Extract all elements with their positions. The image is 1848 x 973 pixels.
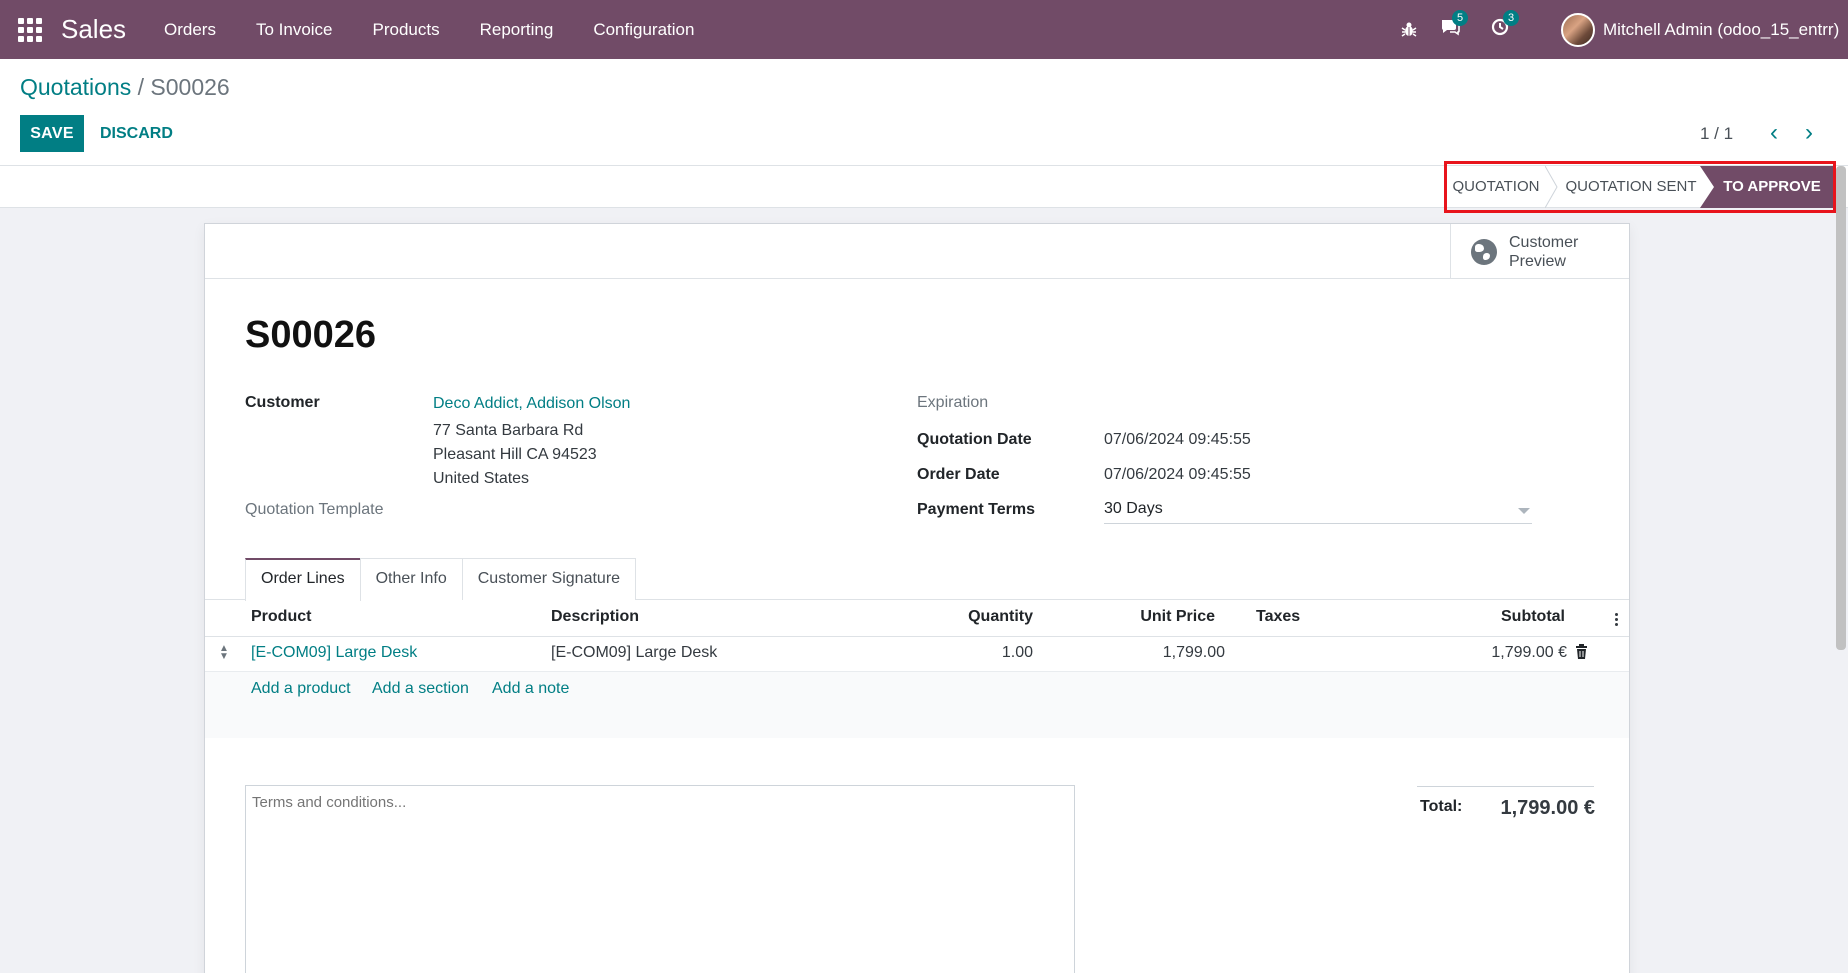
- pager-value: 1 / 1: [1700, 124, 1734, 143]
- user-menu[interactable]: Mitchell Admin (odoo_15_entrr): [1561, 13, 1839, 47]
- row-subtotal: 1,799.00 €: [1491, 644, 1567, 661]
- payment-terms-label: Payment Terms: [917, 501, 1035, 518]
- expiration-label: Expiration: [917, 394, 989, 411]
- column-description[interactable]: Description: [551, 608, 639, 626]
- expiration-field[interactable]: [1104, 390, 1532, 418]
- pager-previous-icon[interactable]: ‹: [1762, 121, 1786, 146]
- chat-icon[interactable]: 5: [1440, 10, 1468, 41]
- customer-field[interactable]: Deco Addict, Addison Olson: [433, 395, 630, 413]
- tab-customer-signature[interactable]: Customer Signature: [461, 558, 637, 600]
- discard-button[interactable]: DISCARD: [92, 115, 181, 152]
- breadcrumb-quotations[interactable]: Quotations: [20, 74, 131, 100]
- address-line-1: 77 Santa Barbara Rd: [433, 422, 584, 439]
- app-name[interactable]: Sales: [61, 14, 126, 45]
- add-note-link[interactable]: Add a note: [492, 680, 569, 698]
- form-sheet: Customer Preview S00026 Customer Deco Ad…: [204, 223, 1630, 973]
- row-unit-price[interactable]: 1,799.00: [1085, 644, 1225, 662]
- user-name: Mitchell Admin (odoo_15_entrr): [1603, 20, 1840, 39]
- terms-and-conditions-input[interactable]: [245, 785, 1075, 973]
- column-taxes[interactable]: Taxes: [1256, 608, 1300, 626]
- customer-preview-button[interactable]: Customer Preview: [1450, 224, 1629, 279]
- menu-item-reporting[interactable]: Reporting: [460, 0, 574, 59]
- save-button[interactable]: SAVE: [20, 115, 84, 152]
- chevron-down-icon: [1518, 508, 1530, 514]
- total-value: 1,799.00 €: [1500, 797, 1595, 819]
- pager-next-icon[interactable]: ›: [1797, 121, 1821, 146]
- row-product[interactable]: [E-COM09] Large Desk: [251, 644, 417, 662]
- add-product-link[interactable]: Add a product: [251, 680, 351, 698]
- avatar: [1561, 13, 1595, 47]
- breadcrumb-separator: /: [137, 74, 145, 100]
- order-date-field[interactable]: 07/06/2024 09:45:55: [1104, 466, 1251, 484]
- notebook-tabs: Order Lines Other Info Customer Signatur…: [245, 558, 637, 601]
- payment-terms-select[interactable]: 30 Days: [1104, 500, 1532, 524]
- row-description[interactable]: [E-COM09] Large Desk: [551, 644, 717, 662]
- quotation-template-label: Quotation Template: [245, 501, 384, 518]
- column-unit-price[interactable]: Unit Price: [1085, 608, 1215, 626]
- quotation-date-label: Quotation Date: [917, 431, 1032, 448]
- address-line-2: Pleasant Hill CA 94523: [433, 446, 597, 463]
- optional-columns-icon[interactable]: [1615, 613, 1619, 629]
- activities-menu[interactable]: 3: [1491, 0, 1519, 59]
- activities-badge: 3: [1503, 10, 1519, 26]
- globe-icon: [1471, 238, 1497, 265]
- address-line-3: United States: [433, 470, 530, 487]
- messages-menu[interactable]: 5: [1440, 0, 1468, 59]
- customer-preview-label: Customer Preview: [1509, 233, 1579, 270]
- breadcrumb: Quotations / S00026: [20, 74, 230, 101]
- quotation-template-field[interactable]: [433, 496, 833, 524]
- total-divider: [1417, 786, 1594, 787]
- apps-menu-icon[interactable]: [18, 18, 42, 42]
- clock-icon[interactable]: 3: [1491, 10, 1519, 41]
- payment-terms-value: 30 Days: [1104, 500, 1163, 517]
- debug-icon[interactable]: [1400, 0, 1418, 59]
- order-date-label: Order Date: [917, 466, 1000, 483]
- total-label: Total:: [1420, 798, 1463, 815]
- main-menu: Orders To Invoice Products Reporting Con…: [144, 0, 714, 59]
- drag-handle-icon[interactable]: ▲ ▼: [219, 644, 229, 662]
- menu-item-configuration[interactable]: Configuration: [573, 0, 714, 59]
- breadcrumb-current: S00026: [150, 74, 230, 100]
- top-navbar: Sales Orders To Invoice Products Reporti…: [0, 0, 1848, 59]
- column-quantity[interactable]: Quantity: [905, 608, 1033, 626]
- button-box: Customer Preview: [205, 224, 1629, 279]
- control-panel: Quotations / S00026 SAVE DISCARD 1 / 1 ‹…: [0, 59, 1848, 166]
- column-subtotal[interactable]: Subtotal: [1405, 608, 1565, 626]
- messages-badge: 5: [1452, 10, 1468, 26]
- add-section-link[interactable]: Add a section: [372, 680, 469, 698]
- menu-item-orders[interactable]: Orders: [144, 0, 236, 59]
- menu-item-to-invoice[interactable]: To Invoice: [236, 0, 353, 59]
- tab-other-info[interactable]: Other Info: [359, 558, 463, 600]
- status-highlight-box: [1444, 161, 1836, 213]
- column-product[interactable]: Product: [251, 608, 311, 626]
- scrollbar[interactable]: [1836, 166, 1846, 650]
- tab-order-lines[interactable]: Order Lines: [245, 558, 361, 601]
- customer-label: Customer: [245, 394, 320, 411]
- menu-item-products[interactable]: Products: [353, 0, 460, 59]
- quotation-date-field[interactable]: 07/06/2024 09:45:55: [1104, 431, 1251, 449]
- row-quantity[interactable]: 1.00: [905, 644, 1033, 662]
- trash-icon[interactable]: [1575, 644, 1588, 660]
- record-title: S00026: [245, 314, 377, 356]
